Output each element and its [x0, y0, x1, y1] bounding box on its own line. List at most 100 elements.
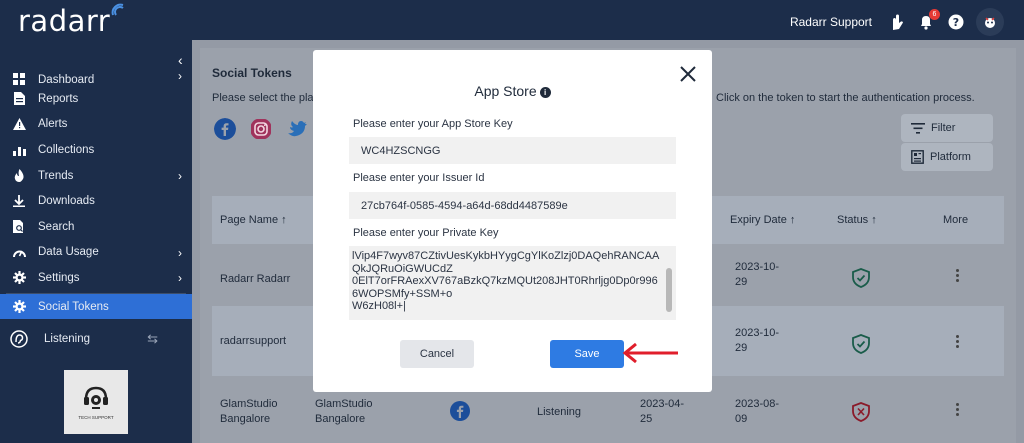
sidebar-item-alerts[interactable]: Alerts	[0, 112, 192, 138]
chevron-right-icon: ›	[178, 69, 182, 83]
expiry-cell: 2023-10- 29	[735, 327, 780, 354]
sidebar-item-label: Reports	[38, 92, 79, 105]
table-row[interactable]: GlamStudio Bangalore GlamStudio Bangalor…	[212, 384, 1004, 443]
issuer-id-input[interactable]: 27cb764f-0585-4594-a64d-68dd4487589e	[349, 192, 676, 219]
page-description-right: Click on the token to start the authenti…	[716, 92, 975, 104]
tech-support-label: TECH SUPPORT	[78, 414, 114, 420]
platform-icons	[214, 118, 308, 140]
download-icon	[12, 194, 26, 208]
sidebar-item-data-usage[interactable]: Data Usage ›	[0, 240, 192, 266]
column-page-name[interactable]: Page Name ↑	[220, 214, 287, 226]
alert-icon	[12, 117, 26, 131]
tech-support-icon	[84, 386, 108, 409]
sidebar-item-label: Alerts	[38, 118, 68, 131]
swap-arrows-icon[interactable]: ⇆	[147, 331, 158, 347]
sidebar-item-reports[interactable]: Reports	[0, 86, 192, 112]
notification-count: 6	[929, 9, 940, 20]
scrollbar-thumb[interactable]	[666, 268, 672, 312]
info-icon[interactable]: i	[539, 87, 551, 98]
created-cell: 2023-04- 25	[640, 398, 685, 425]
help-icon[interactable]: ?	[946, 12, 966, 32]
sidebar-item-label: Downloads	[38, 195, 95, 208]
listening-icon	[10, 330, 28, 349]
collections-icon	[12, 143, 26, 157]
chevron-right-icon: ›	[178, 245, 182, 260]
sidebar-item-listening[interactable]: Listening ⇆	[0, 319, 192, 359]
filter-icon	[911, 122, 925, 134]
app-logo[interactable]: radarr	[18, 4, 110, 38]
dashboard-icon	[12, 72, 26, 86]
sidebar-item-label: Search	[38, 220, 75, 233]
sidebar-item-label: Trends	[38, 169, 74, 182]
sidebar-item-downloads[interactable]: Downloads	[0, 188, 192, 214]
modal-title-text: App Store	[474, 83, 537, 99]
column-label: Page Name	[220, 214, 279, 226]
sidebar: ‹ Dashboard › Reports Alerts Collections…	[0, 40, 192, 443]
app-store-key-input[interactable]: WC4HZSCNGG	[349, 137, 676, 164]
platform-label: Platform	[930, 151, 971, 163]
modal-title: App Store i	[313, 83, 712, 99]
tech-support-logo[interactable]: TECH SUPPORT	[64, 370, 128, 434]
avatar[interactable]	[976, 8, 1004, 36]
save-button[interactable]: Save	[550, 340, 624, 368]
private-key-scrollbar[interactable]	[665, 248, 673, 318]
more-options-icon[interactable]	[956, 403, 960, 418]
cancel-button[interactable]: Cancel	[400, 340, 474, 368]
search-icon	[12, 220, 26, 234]
facebook-icon	[450, 401, 470, 421]
sidebar-item-dashboard[interactable]: Dashboard ›	[0, 66, 192, 86]
notification-bell-icon[interactable]: 6	[916, 9, 940, 32]
more-options-icon[interactable]	[956, 335, 960, 350]
trends-icon	[12, 169, 26, 183]
expiry-cell: 2023-08- 09	[735, 398, 780, 425]
chevron-right-icon: ›	[178, 271, 182, 286]
page-name-secondary-cell: GlamStudio Bangalore	[315, 398, 373, 425]
shield-check-icon	[852, 334, 870, 354]
top-bar: radarr Radarr Support 6 ?	[0, 0, 1024, 40]
sidebar-item-label: Dashboard	[38, 74, 95, 86]
column-label: Status	[837, 214, 869, 226]
close-icon[interactable]	[679, 65, 697, 83]
page-name-cell: GlamStudio Bangalore	[220, 398, 278, 425]
page-name-cell: Radarr Radarr	[220, 273, 291, 285]
data-usage-icon	[12, 245, 26, 259]
column-status[interactable]: Status ↑	[837, 214, 877, 226]
sidebar-nav: Dashboard › Reports Alerts Collections T…	[0, 66, 192, 359]
expiry-cell: 2023-10- 29	[735, 261, 780, 288]
sidebar-item-label: Data Usage	[38, 246, 99, 259]
page-name-cell: radarrsupport	[220, 335, 287, 347]
sidebar-item-settings[interactable]: Settings ›	[0, 265, 192, 291]
instagram-icon[interactable]	[250, 118, 272, 140]
sidebar-item-social-tokens[interactable]: Social Tokens	[0, 293, 192, 320]
svg-text:?: ?	[953, 16, 959, 29]
gear-icon	[12, 271, 26, 285]
sidebar-item-label: Settings	[38, 271, 80, 284]
shield-check-icon	[852, 268, 870, 288]
platform-button[interactable]: Platform	[901, 143, 993, 171]
facebook-icon[interactable]	[214, 118, 236, 140]
filter-button[interactable]: Filter	[901, 114, 993, 142]
logo-signal-icon	[111, 3, 124, 16]
app-store-key-label: Please enter your App Store Key	[353, 118, 513, 130]
type-cell: Listening	[537, 406, 582, 418]
reports-icon	[12, 92, 26, 106]
more-options-icon[interactable]	[956, 269, 960, 284]
column-label: Expiry Date	[730, 214, 787, 226]
sidebar-item-collections[interactable]: Collections	[0, 137, 192, 163]
sidebar-item-search[interactable]: Search	[0, 214, 192, 240]
chevron-right-icon: ›	[178, 168, 182, 183]
column-more: More	[943, 214, 969, 226]
sidebar-item-trends[interactable]: Trends ›	[0, 163, 192, 189]
social-tokens-icon	[12, 300, 26, 314]
private-key-label: Please enter your Private Key	[353, 227, 499, 239]
filter-label: Filter	[931, 122, 956, 134]
column-expiry-date[interactable]: Expiry Date ↑	[730, 214, 795, 226]
issuer-id-label: Please enter your Issuer Id	[353, 172, 485, 184]
twitter-icon[interactable]	[286, 118, 308, 140]
user-name: Radarr Support	[789, 15, 872, 29]
hand-icon[interactable]	[886, 12, 906, 32]
private-key-textarea[interactable]: lVip4F7wyv87CZtivUesKykbHYygCgYlKoZlzj0D…	[349, 246, 676, 320]
platform-icon	[911, 150, 924, 164]
page-description-left: Please select the pla	[212, 92, 314, 104]
annotation-arrow-icon	[622, 342, 678, 364]
